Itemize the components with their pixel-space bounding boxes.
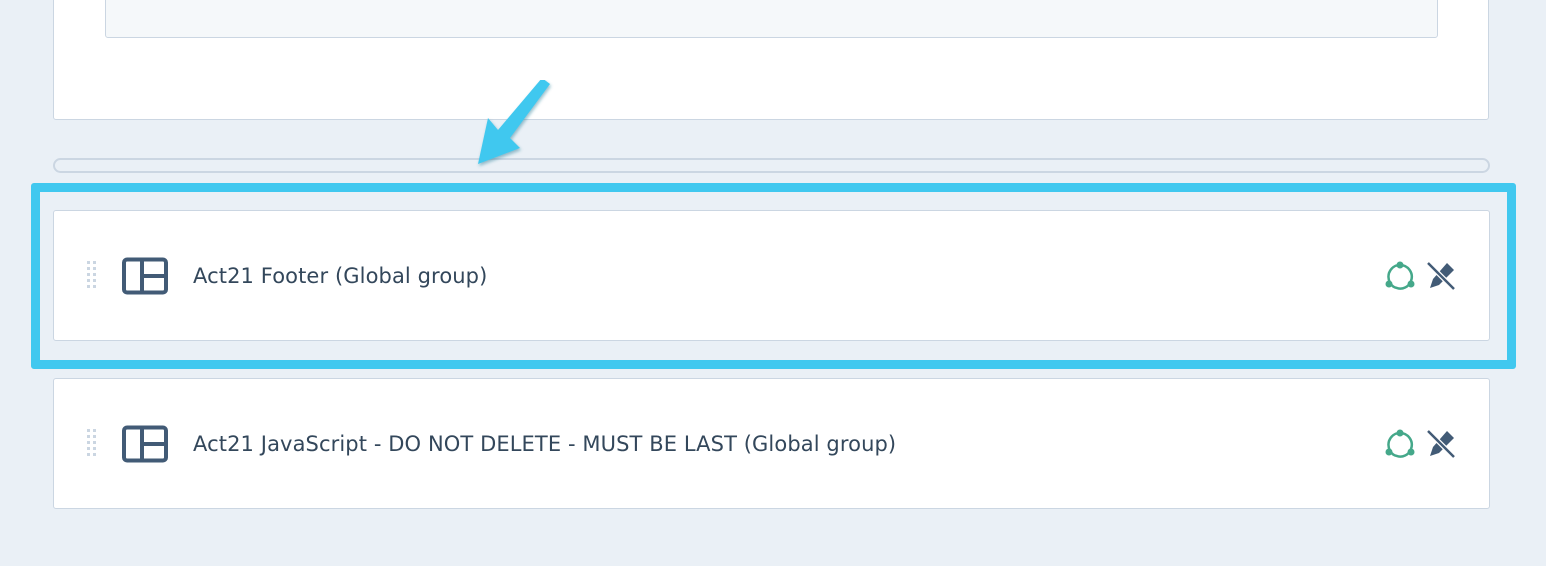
- text-input-area[interactable]: [105, 0, 1438, 38]
- drag-handle-icon[interactable]: [87, 260, 97, 291]
- drop-zone-placeholder: [53, 158, 1490, 173]
- global-group-icon[interactable]: [1384, 260, 1416, 292]
- edit-disabled-icon[interactable]: [1425, 260, 1457, 292]
- pointer-arrow-icon: [478, 80, 550, 164]
- module-row-javascript[interactable]: Act21 JavaScript - DO NOT DELETE - MUST …: [53, 378, 1490, 509]
- edit-disabled-icon[interactable]: [1425, 428, 1457, 460]
- global-group-icon[interactable]: [1384, 428, 1416, 460]
- drag-handle-icon[interactable]: [87, 428, 97, 459]
- module-card-previous: [53, 0, 1489, 120]
- module-row-footer[interactable]: Act21 Footer (Global group): [53, 210, 1490, 341]
- module-label: Act21 JavaScript - DO NOT DELETE - MUST …: [193, 431, 897, 456]
- layout-icon: [122, 257, 168, 294]
- page: Act21 Footer (Global group) Act21 JavaSc…: [0, 0, 1546, 566]
- layout-icon: [122, 425, 168, 462]
- module-label: Act21 Footer (Global group): [193, 263, 488, 288]
